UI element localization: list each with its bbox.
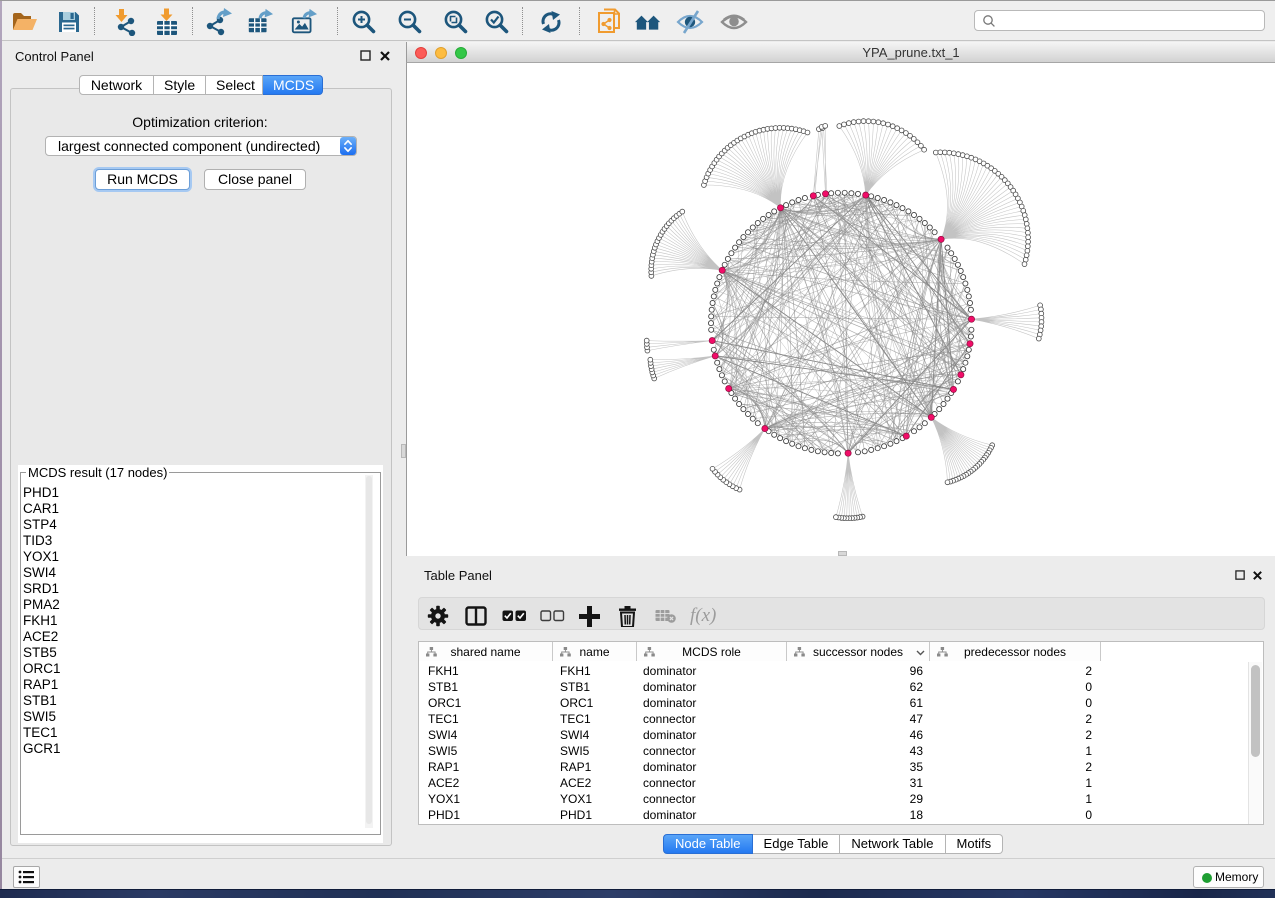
svg-text:f(x): f(x) — [690, 605, 716, 626]
